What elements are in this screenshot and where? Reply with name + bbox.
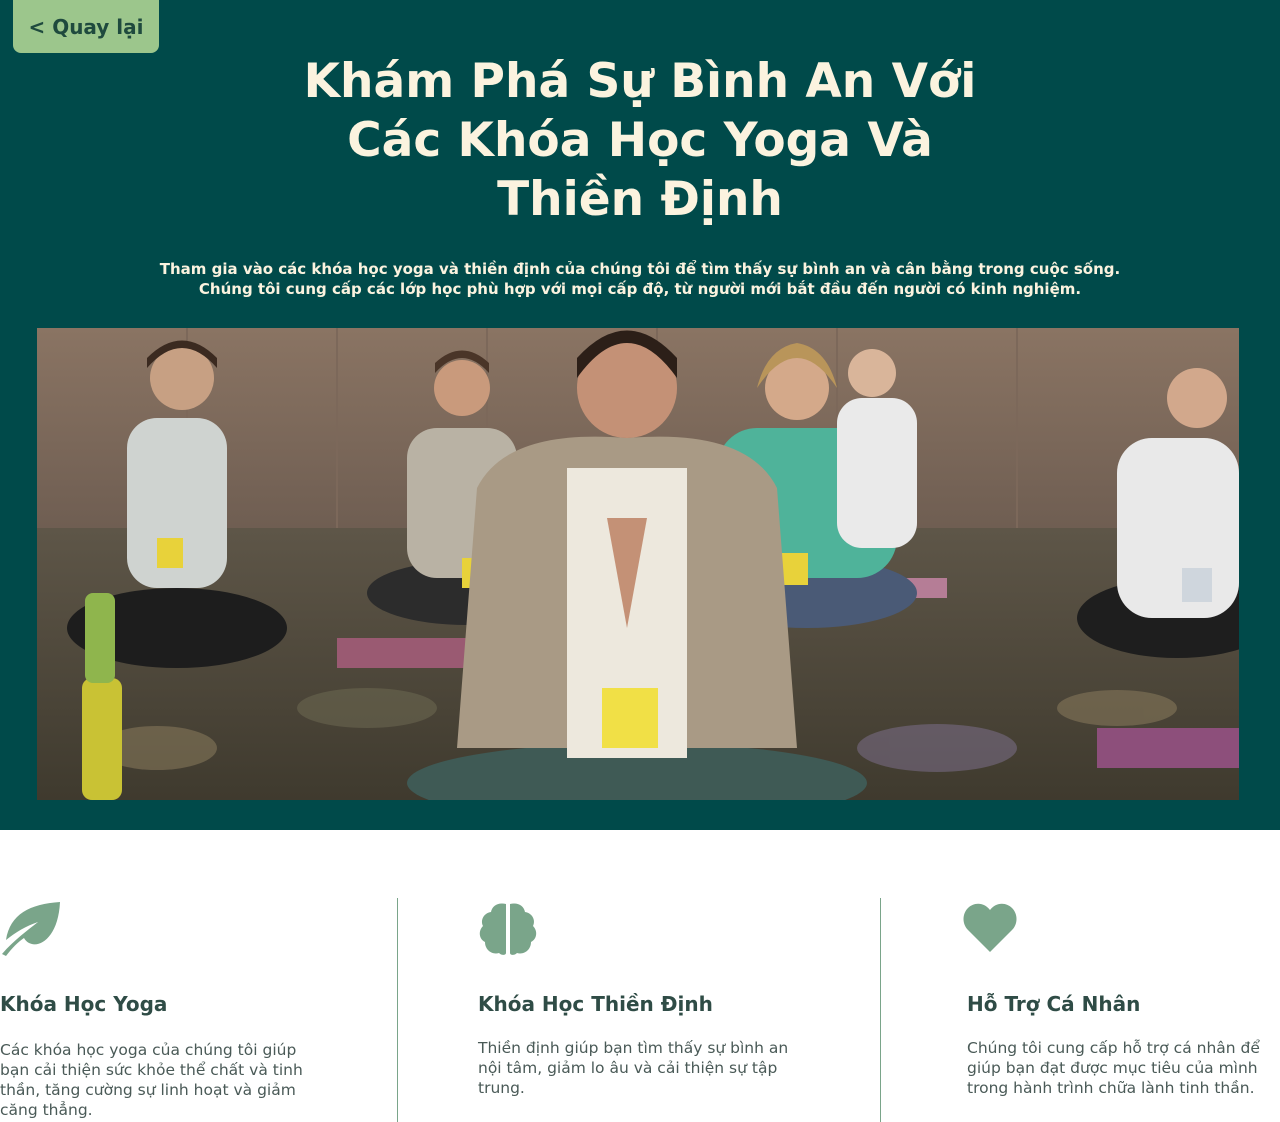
feature-description-line: trung.	[478, 1079, 525, 1097]
feature-description-line: nội tâm, giảm lo âu và cải thiện sự tập	[478, 1059, 778, 1077]
feature-meditation: Khóa Học Thiền Định Thiền định giúp bạn …	[478, 900, 818, 1097]
feature-description-line: giúp bạn đạt được mục tiêu của mình	[967, 1059, 1258, 1077]
feature-yoga: Khóa Học Yoga Các khóa học yoga của chún…	[0, 900, 330, 1119]
hero-photo	[37, 328, 1239, 800]
features-section: Khóa Học Yoga Các khóa học yoga của chún…	[0, 830, 1280, 1122]
feature-description: Thiền định giúp bạn tìm thấy sự bình an …	[478, 1038, 818, 1098]
feature-description-line: Thiền định giúp bạn tìm thấy sự bình an	[478, 1039, 789, 1057]
feature-title: Khóa Học Thiền Định	[478, 992, 713, 1016]
feature-description: Các khóa học yoga của chúng tôi giúp bạn…	[0, 1040, 330, 1120]
hero-title: Khám Phá Sự Bình An Với Các Khóa Học Yog…	[290, 52, 990, 229]
brain-icon	[479, 903, 537, 955]
feature-title: Khóa Học Yoga	[0, 992, 168, 1016]
hero-section: < Quay lại Khám Phá Sự Bình An Với Các K…	[0, 0, 1280, 830]
feature-description: Chúng tôi cung cấp hỗ trợ cá nhân để giú…	[967, 1038, 1280, 1098]
feature-personal-support: Hỗ Trợ Cá Nhân Chúng tôi cung cấp hỗ trợ…	[962, 900, 1280, 1097]
back-button[interactable]: < Quay lại	[13, 0, 159, 53]
hero-title-line: Khám Phá Sự Bình An Với	[303, 54, 977, 109]
hero-title-line: Các Khóa Học Yoga Và	[347, 113, 933, 168]
hero-subtitle: Tham gia vào các khóa học yoga và thiền …	[120, 259, 1160, 299]
feature-divider	[397, 898, 398, 1122]
feature-title: Hỗ Trợ Cá Nhân	[967, 992, 1141, 1016]
hero-title-line: Thiền Định	[497, 172, 783, 227]
feature-description-line: thần, tăng cường sự linh hoạt và giảm	[0, 1081, 296, 1099]
hero-subtitle-line: Tham gia vào các khóa học yoga và thiền …	[159, 260, 1121, 278]
feature-description-line: trong hành trình chữa lành tinh thần.	[967, 1079, 1255, 1097]
feature-divider	[880, 898, 881, 1122]
feature-description-line: căng thẳng.	[0, 1101, 93, 1119]
heart-icon	[963, 903, 1017, 952]
hero-subtitle-line: Chúng tôi cung cấp các lớp học phù hợp v…	[198, 280, 1082, 298]
leaf-icon	[2, 902, 60, 956]
feature-description-line: Chúng tôi cung cấp hỗ trợ cá nhân để	[967, 1039, 1260, 1057]
yoga-class-photo	[37, 328, 1239, 800]
feature-description-line: bạn cải thiện sức khỏe thể chất và tinh	[0, 1061, 303, 1079]
feature-description-line: Các khóa học yoga của chúng tôi giúp	[0, 1041, 297, 1059]
